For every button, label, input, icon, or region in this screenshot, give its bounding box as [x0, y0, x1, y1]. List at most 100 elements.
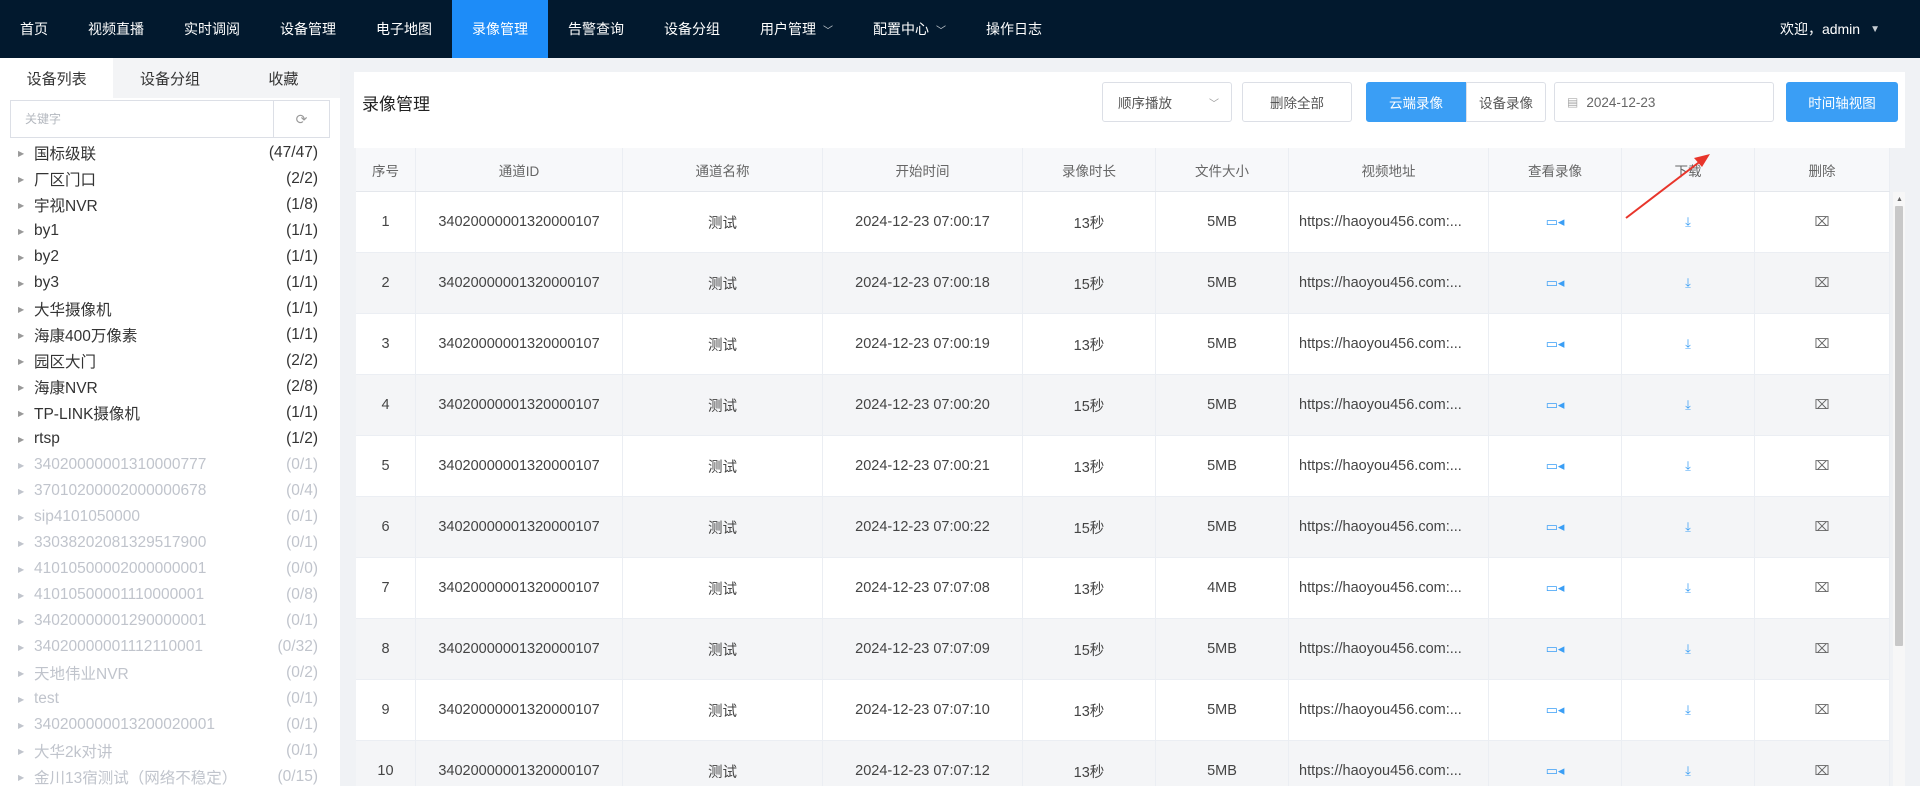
- caret-right-icon[interactable]: ▶: [18, 669, 34, 678]
- trash-icon[interactable]: ⌧: [1815, 214, 1830, 230]
- caret-right-icon[interactable]: ▶: [18, 253, 34, 262]
- tree-node[interactable]: ▶ 园区大门 (2/2): [0, 348, 340, 374]
- user-menu[interactable]: 欢迎，admin ▼: [1780, 0, 1880, 58]
- tree-node[interactable]: ▶ 海康NVR (2/8): [0, 374, 340, 400]
- video-camera-icon[interactable]: ▭◂: [1546, 214, 1565, 230]
- caret-right-icon[interactable]: ▶: [18, 461, 34, 470]
- download-icon[interactable]: ⤓: [1685, 763, 1691, 779]
- tree-node[interactable]: ▶ 大华2k对讲 (0/1): [0, 738, 340, 764]
- download-icon[interactable]: ⤓: [1685, 641, 1691, 657]
- nav-item-5[interactable]: 录像管理: [452, 0, 548, 58]
- video-camera-icon[interactable]: ▭◂: [1546, 336, 1565, 352]
- tree-node[interactable]: ▶ 33038202081329517900 (0/1): [0, 530, 340, 556]
- tab-favorites[interactable]: 收藏: [227, 58, 340, 98]
- nav-item-7[interactable]: 设备分组: [644, 0, 740, 58]
- tree-node[interactable]: ▶ 天地伟业NVR (0/2): [0, 660, 340, 686]
- tree-node[interactable]: ▶ 34020000001112110001 (0/32): [0, 634, 340, 660]
- caret-right-icon[interactable]: ▶: [18, 695, 34, 704]
- nav-item-6[interactable]: 告警查询: [548, 0, 644, 58]
- download-icon[interactable]: ⤓: [1685, 336, 1691, 352]
- tree-node[interactable]: ▶ 国标级联 (47/47): [0, 140, 340, 166]
- caret-right-icon[interactable]: ▶: [18, 357, 34, 366]
- caret-right-icon[interactable]: ▶: [18, 721, 34, 730]
- caret-right-icon[interactable]: ▶: [18, 227, 34, 236]
- tree-node[interactable]: ▶ 宇视NVR (1/8): [0, 192, 340, 218]
- trash-icon[interactable]: ⌧: [1815, 336, 1830, 352]
- nav-item-2[interactable]: 实时调阅: [164, 0, 260, 58]
- trash-icon[interactable]: ⌧: [1815, 519, 1830, 535]
- caret-right-icon[interactable]: ▶: [18, 747, 34, 756]
- cloud-record-button[interactable]: 云端录像: [1366, 82, 1466, 122]
- scrollbar-thumb[interactable]: [1895, 206, 1903, 646]
- tree-node[interactable]: ▶ 金川13宿测试（网络不稳定） (0/15): [0, 764, 340, 786]
- trash-icon[interactable]: ⌧: [1815, 580, 1830, 596]
- download-icon[interactable]: ⤓: [1685, 458, 1691, 474]
- video-camera-icon[interactable]: ▭◂: [1546, 458, 1565, 474]
- download-icon[interactable]: ⤓: [1685, 580, 1691, 596]
- tree-node[interactable]: ▶ 37010200002000000678 (0/4): [0, 478, 340, 504]
- caret-right-icon[interactable]: ▶: [18, 539, 34, 548]
- timeline-view-button[interactable]: 时间轴视图: [1786, 82, 1898, 122]
- download-icon[interactable]: ⤓: [1685, 214, 1691, 230]
- caret-right-icon[interactable]: ▶: [18, 565, 34, 574]
- download-icon[interactable]: ⤓: [1685, 519, 1691, 535]
- caret-right-icon[interactable]: ▶: [18, 409, 34, 418]
- tab-device-list[interactable]: 设备列表: [0, 58, 114, 98]
- play-mode-select[interactable]: 顺序播放 ﹀: [1102, 82, 1232, 122]
- caret-right-icon[interactable]: ▶: [18, 487, 34, 496]
- device-record-button[interactable]: 设备录像: [1466, 82, 1546, 122]
- tree-node[interactable]: ▶ by1 (1/1): [0, 218, 340, 244]
- date-picker[interactable]: ▤ 2024-12-23: [1554, 82, 1774, 122]
- trash-icon[interactable]: ⌧: [1815, 397, 1830, 413]
- trash-icon[interactable]: ⌧: [1815, 702, 1830, 718]
- video-camera-icon[interactable]: ▭◂: [1546, 763, 1565, 779]
- nav-item-10[interactable]: 操作日志: [966, 0, 1062, 58]
- scroll-up-icon[interactable]: ▲: [1896, 196, 1903, 203]
- tree-node[interactable]: ▶ test (0/1): [0, 686, 340, 712]
- trash-icon[interactable]: ⌧: [1815, 641, 1830, 657]
- tree-node[interactable]: ▶ by3 (1/1): [0, 270, 340, 296]
- video-camera-icon[interactable]: ▭◂: [1546, 519, 1565, 535]
- caret-right-icon[interactable]: ▶: [18, 175, 34, 184]
- nav-item-4[interactable]: 电子地图: [356, 0, 452, 58]
- caret-right-icon[interactable]: ▶: [18, 773, 34, 782]
- tree-node[interactable]: ▶ 厂区门口 (2/2): [0, 166, 340, 192]
- search-input[interactable]: [11, 101, 273, 137]
- trash-icon[interactable]: ⌧: [1815, 458, 1830, 474]
- download-icon[interactable]: ⤓: [1685, 275, 1691, 291]
- download-icon[interactable]: ⤓: [1685, 702, 1691, 718]
- caret-right-icon[interactable]: ▶: [18, 279, 34, 288]
- video-camera-icon[interactable]: ▭◂: [1546, 580, 1565, 596]
- vertical-scrollbar[interactable]: ▲: [1893, 192, 1905, 786]
- tree-node[interactable]: ▶ 34020000001310000777 (0/1): [0, 452, 340, 478]
- video-camera-icon[interactable]: ▭◂: [1546, 702, 1565, 718]
- caret-right-icon[interactable]: ▶: [18, 435, 34, 444]
- caret-right-icon[interactable]: ▶: [18, 591, 34, 600]
- tree-node[interactable]: ▶ TP-LINK摄像机 (1/1): [0, 400, 340, 426]
- caret-right-icon[interactable]: ▶: [18, 149, 34, 158]
- tree-node[interactable]: ▶ 大华摄像机 (1/1): [0, 296, 340, 322]
- caret-right-icon[interactable]: ▶: [18, 331, 34, 340]
- trash-icon[interactable]: ⌧: [1815, 763, 1830, 779]
- tree-node[interactable]: ▶ sip4101050000 (0/1): [0, 504, 340, 530]
- caret-right-icon[interactable]: ▶: [18, 305, 34, 314]
- nav-item-1[interactable]: 视频直播: [68, 0, 164, 58]
- tree-node[interactable]: ▶ 41010500001110000001 (0/8): [0, 582, 340, 608]
- nav-item-8[interactable]: 用户管理 ﹀: [740, 0, 853, 58]
- video-camera-icon[interactable]: ▭◂: [1546, 641, 1565, 657]
- caret-right-icon[interactable]: ▶: [18, 617, 34, 626]
- trash-icon[interactable]: ⌧: [1815, 275, 1830, 291]
- nav-item-3[interactable]: 设备管理: [260, 0, 356, 58]
- tab-device-group[interactable]: 设备分组: [113, 58, 226, 98]
- caret-right-icon[interactable]: ▶: [18, 383, 34, 392]
- nav-item-9[interactable]: 配置中心 ﹀: [853, 0, 966, 58]
- download-icon[interactable]: ⤓: [1685, 397, 1691, 413]
- tree-node[interactable]: ▶ by2 (1/1): [0, 244, 340, 270]
- video-camera-icon[interactable]: ▭◂: [1546, 275, 1565, 291]
- tree-node[interactable]: ▶ 340200000013200020001 (0/1): [0, 712, 340, 738]
- tree-node[interactable]: ▶ 34020000001290000001 (0/1): [0, 608, 340, 634]
- tree-node[interactable]: ▶ 海康400万像素 (1/1): [0, 322, 340, 348]
- tree-node[interactable]: ▶ rtsp (1/2): [0, 426, 340, 452]
- caret-right-icon[interactable]: ▶: [18, 513, 34, 522]
- video-camera-icon[interactable]: ▭◂: [1546, 397, 1565, 413]
